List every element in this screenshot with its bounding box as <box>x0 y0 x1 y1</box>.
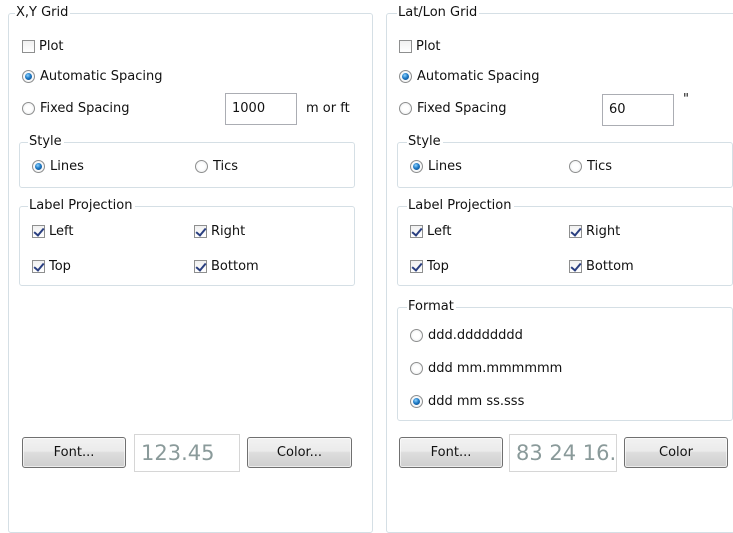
xy-label-right-checkbox-box[interactable] <box>194 224 207 238</box>
latlon-fixed-spacing-radio[interactable]: Fixed Spacing <box>399 99 507 117</box>
xy-label-left-checkbox[interactable]: Left <box>32 222 73 240</box>
xy-fixed-spacing-radio-dot[interactable] <box>22 101 35 115</box>
xy-automatic-spacing-radio[interactable]: Automatic Spacing <box>22 67 163 85</box>
latlon-label-projection-title: Label Projection <box>407 198 514 213</box>
latlon-format-decimal-degrees-radio-dot[interactable] <box>410 328 423 342</box>
latlon-plot-checkbox-box[interactable] <box>399 39 412 53</box>
xy-style-tics-radio-dot[interactable] <box>195 159 208 173</box>
xy-style-tics-label: Tics <box>213 158 239 174</box>
latlon-fixed-spacing-label: Fixed Spacing <box>417 100 507 116</box>
latlon-style-lines-radio[interactable]: Lines <box>410 157 462 175</box>
xy-style-lines-label: Lines <box>50 158 84 174</box>
latlon-fixed-spacing-radio-dot[interactable] <box>399 101 412 115</box>
latlon-automatic-spacing-radio[interactable]: Automatic Spacing <box>399 67 540 85</box>
latlon-format-decimal-degrees-label: ddd.dddddddd <box>428 327 523 343</box>
xy-label-top-checkbox-box[interactable] <box>32 259 45 273</box>
latlon-format-title: Format <box>407 299 456 314</box>
xy-font-preview: 123.45 <box>134 434 240 472</box>
xy-font-button[interactable]: Font... <box>22 437 126 468</box>
latlon-grid-title: Lat/Lon Grid <box>397 5 480 20</box>
xy-style-title: Style <box>28 134 64 149</box>
xy-label-bottom-label: Bottom <box>211 258 259 274</box>
xy-label-bottom-checkbox[interactable]: Bottom <box>194 257 259 275</box>
latlon-format-decimal-degrees-radio[interactable]: ddd.dddddddd <box>410 326 523 344</box>
latlon-label-top-checkbox[interactable]: Top <box>410 257 449 275</box>
latlon-style-lines-label: Lines <box>428 158 462 174</box>
latlon-style-tics-label: Tics <box>587 158 613 174</box>
latlon-spacing-unit: " <box>683 92 689 107</box>
xy-grid-title: X,Y Grid <box>15 5 71 20</box>
xy-label-left-label: Left <box>49 223 74 239</box>
xy-style-tics-radio[interactable]: Tics <box>195 157 238 175</box>
xy-label-bottom-checkbox-box[interactable] <box>194 259 207 273</box>
latlon-style-title: Style <box>407 134 443 149</box>
latlon-label-left-label: Left <box>427 223 452 239</box>
latlon-spacing-input[interactable]: 60 <box>602 94 674 126</box>
xy-spacing-input[interactable]: 1000 <box>225 93 297 125</box>
latlon-format-decimal-minutes-radio[interactable]: ddd mm.mmmmmm <box>410 359 562 377</box>
latlon-label-left-checkbox[interactable]: Left <box>410 222 451 240</box>
xy-label-projection-title: Label Projection <box>28 198 135 213</box>
xy-automatic-spacing-label: Automatic Spacing <box>40 68 163 84</box>
latlon-label-bottom-checkbox-box[interactable] <box>569 259 582 273</box>
latlon-style-lines-radio-dot[interactable] <box>410 159 423 173</box>
latlon-style-tics-radio-dot[interactable] <box>569 159 582 173</box>
latlon-label-top-checkbox-box[interactable] <box>410 259 423 273</box>
latlon-format-seconds-radio-dot[interactable] <box>410 394 423 408</box>
xy-style-lines-radio-dot[interactable] <box>32 159 45 173</box>
latlon-label-right-checkbox-box[interactable] <box>569 224 582 238</box>
latlon-label-top-label: Top <box>427 258 449 274</box>
latlon-label-bottom-label: Bottom <box>586 258 634 274</box>
latlon-label-right-label: Right <box>586 223 621 239</box>
xy-plot-label: Plot <box>39 38 64 54</box>
latlon-color-button[interactable]: Color <box>624 437 728 468</box>
latlon-font-button[interactable]: Font... <box>399 437 503 468</box>
xy-label-right-checkbox[interactable]: Right <box>194 222 245 240</box>
latlon-automatic-spacing-radio-dot[interactable] <box>399 69 412 83</box>
xy-plot-checkbox-box[interactable] <box>22 39 35 53</box>
latlon-plot-checkbox[interactable]: Plot <box>399 37 441 55</box>
latlon-label-bottom-checkbox[interactable]: Bottom <box>569 257 634 275</box>
latlon-label-right-checkbox[interactable]: Right <box>569 222 620 240</box>
latlon-style-tics-radio[interactable]: Tics <box>569 157 612 175</box>
xy-fixed-spacing-label: Fixed Spacing <box>40 100 130 116</box>
latlon-font-preview: 83 24 16. <box>509 434 617 472</box>
latlon-format-decimal-minutes-label: ddd mm.mmmmmm <box>428 360 563 376</box>
xy-fixed-spacing-radio[interactable]: Fixed Spacing <box>22 99 130 117</box>
xy-label-top-checkbox[interactable]: Top <box>32 257 71 275</box>
xy-label-top-label: Top <box>49 258 71 274</box>
xy-automatic-spacing-radio-dot[interactable] <box>22 69 35 83</box>
xy-color-button[interactable]: Color... <box>247 437 352 468</box>
xy-plot-checkbox[interactable]: Plot <box>22 37 64 55</box>
xy-spacing-unit: m or ft <box>306 101 350 116</box>
latlon-format-decimal-minutes-radio-dot[interactable] <box>410 361 423 375</box>
latlon-format-seconds-label: ddd mm ss.sss <box>428 393 525 409</box>
latlon-label-left-checkbox-box[interactable] <box>410 224 423 238</box>
latlon-plot-label: Plot <box>416 38 441 54</box>
xy-style-lines-radio[interactable]: Lines <box>32 157 84 175</box>
xy-label-left-checkbox-box[interactable] <box>32 224 45 238</box>
xy-label-right-label: Right <box>211 223 246 239</box>
latlon-format-seconds-radio[interactable]: ddd mm ss.sss <box>410 392 524 410</box>
latlon-automatic-spacing-label: Automatic Spacing <box>417 68 540 84</box>
